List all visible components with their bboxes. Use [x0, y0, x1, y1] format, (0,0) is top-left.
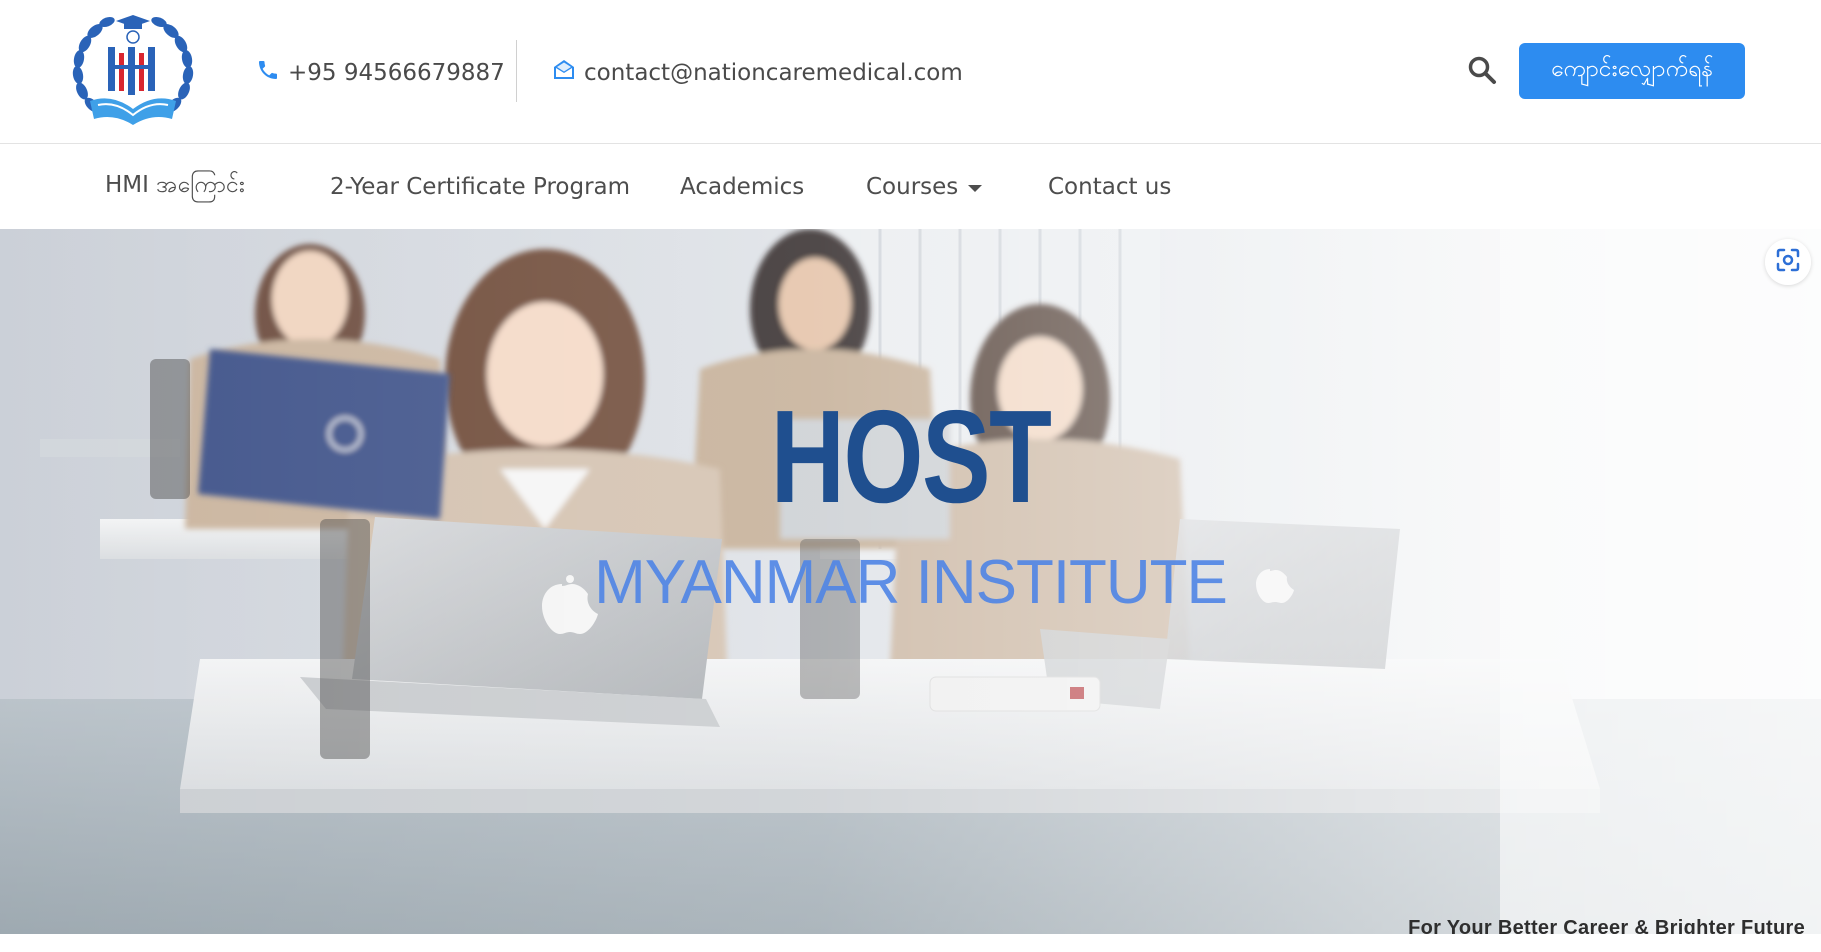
nav-item-academics[interactable]: Academics	[680, 169, 804, 205]
nav-item-courses[interactable]: Courses	[866, 169, 983, 205]
nav-item-label: Academics	[680, 174, 805, 200]
visual-search-button[interactable]	[1765, 239, 1811, 285]
nav-item-label: 2-Year Certificate Program	[330, 174, 631, 200]
nav-item-label: Courses	[866, 174, 959, 200]
visual-search-icon	[1775, 247, 1801, 277]
hero-banner: HOST MYANMAR INSTITUTE For Your Better C…	[0, 229, 1821, 934]
hero-tagline: For Your Better Career & Brighter Future	[1408, 917, 1805, 934]
graduation-laurel-logo-icon	[72, 15, 194, 125]
nav-item-contact[interactable]: Contact us	[1048, 169, 1171, 205]
page-bottom-strip	[0, 934, 1821, 952]
phone-icon	[256, 58, 280, 88]
chevron-down-icon	[968, 184, 983, 192]
contact-divider	[516, 40, 517, 102]
top-header: +95 94566679887 contact@nationcaremedica…	[0, 0, 1821, 144]
email-address: contact@nationcaremedical.com	[584, 60, 963, 86]
search-button[interactable]	[1462, 52, 1502, 92]
header-phone[interactable]: +95 94566679887	[256, 56, 505, 90]
nav-item-about[interactable]: HMI အကြောင်း	[105, 169, 245, 205]
apply-button[interactable]: ကျောင်းလျှောက်ရန်	[1519, 43, 1745, 99]
nav-item-label: HMI အကြောင်း	[105, 172, 245, 198]
hero-subtitle: MYANMAR INSTITUTE	[594, 548, 1228, 617]
header-email[interactable]: contact@nationcaremedical.com	[552, 56, 963, 90]
site-logo[interactable]	[68, 9, 198, 133]
envelope-open-icon	[552, 58, 576, 88]
search-icon	[1467, 55, 1497, 89]
nav-item-label: Contact us	[1048, 174, 1172, 200]
main-nav: HMI အကြောင်း 2-Year Certificate Program …	[0, 145, 1821, 229]
phone-number: +95 94566679887	[288, 60, 505, 86]
hero-title: HOST	[770, 383, 1052, 530]
nav-item-certificate-program[interactable]: 2-Year Certificate Program	[330, 169, 630, 205]
